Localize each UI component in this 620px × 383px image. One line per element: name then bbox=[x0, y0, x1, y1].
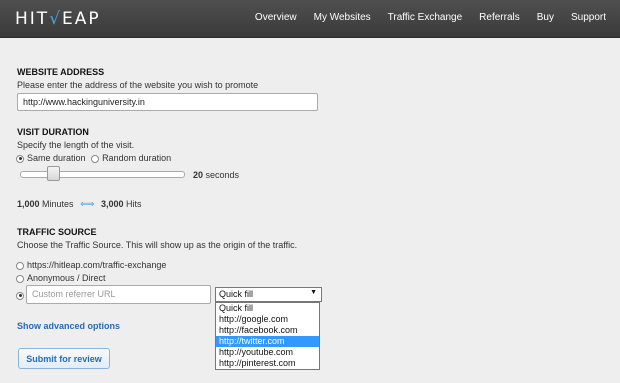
nav-overview[interactable]: Overview bbox=[255, 12, 297, 23]
submit-for-review-button[interactable]: Submit for review bbox=[18, 348, 110, 369]
minutes-unit: Minutes bbox=[42, 199, 74, 209]
same-duration-label: Same duration bbox=[27, 153, 86, 163]
logo-text-b: EAP bbox=[62, 9, 101, 29]
random-duration-radio[interactable] bbox=[91, 154, 100, 163]
random-duration-label: Random duration bbox=[102, 153, 172, 163]
duration-slider-track[interactable] bbox=[20, 171, 185, 178]
hitleap-referrer-label: https://hitleap.com/traffic-exchange bbox=[27, 260, 167, 270]
visit-duration-title: VISIT DURATION bbox=[17, 127, 89, 137]
exchange-arrows-icon: ⟺ bbox=[80, 199, 95, 210]
anonymous-label: Anonymous / Direct bbox=[27, 273, 106, 283]
anonymous-radio[interactable] bbox=[16, 274, 24, 283]
minutes-hits-readout: 1,000 Minutes ⟺ 3,000 Hits bbox=[17, 199, 141, 210]
main-nav: Overview My Websites Traffic Exchange Re… bbox=[238, 12, 606, 23]
quick-fill-value: Quick fill bbox=[219, 289, 254, 299]
same-duration-radio[interactable] bbox=[16, 154, 24, 163]
option-facebook[interactable]: http://facebook.com bbox=[216, 325, 319, 336]
logo-text-a: HIT bbox=[15, 9, 50, 29]
duration-seconds-value: 20 bbox=[193, 170, 204, 180]
traffic-source-desc: Choose the Traffic Source. This will sho… bbox=[17, 240, 298, 250]
website-url-input[interactable]: http://www.hackinguniversity.in bbox=[17, 93, 318, 111]
quick-fill-dropdown: Quick fill http://google.com http://face… bbox=[215, 302, 320, 370]
hits-value: 3,000 bbox=[100, 199, 124, 209]
option-pinterest[interactable]: http://pinterest.com bbox=[216, 358, 319, 369]
duration-options: Same duration Random duration bbox=[16, 153, 171, 163]
quick-fill-select[interactable]: Quick fill ▼ bbox=[215, 287, 322, 302]
traffic-option-anonymous: Anonymous / Direct bbox=[16, 273, 106, 283]
nav-my-websites[interactable]: My Websites bbox=[314, 12, 371, 23]
custom-referrer-input[interactable]: Custom referrer URL bbox=[26, 285, 211, 304]
nav-support[interactable]: Support bbox=[571, 12, 606, 23]
visit-duration-desc: Specify the length of the visit. bbox=[17, 140, 135, 150]
website-url-value: http://www.hackinguniversity.in bbox=[23, 97, 145, 107]
custom-referrer-radio[interactable] bbox=[16, 291, 24, 300]
minutes-value: 1,000 bbox=[17, 199, 40, 209]
show-advanced-options-link[interactable]: Show advanced options bbox=[17, 321, 120, 331]
website-address-desc: Please enter the address of the website … bbox=[17, 80, 259, 90]
option-google[interactable]: http://google.com bbox=[216, 314, 319, 325]
traffic-source-title: TRAFFIC SOURCE bbox=[17, 227, 97, 237]
duration-seconds-unit: seconds bbox=[205, 170, 240, 180]
traffic-option-hitleap: https://hitleap.com/traffic-exchange bbox=[16, 260, 166, 270]
website-address-title: WEBSITE ADDRESS bbox=[17, 67, 105, 77]
hits-unit: Hits bbox=[125, 199, 142, 209]
duration-slider-handle[interactable] bbox=[47, 166, 60, 181]
logo-check: √ bbox=[49, 9, 63, 29]
option-twitter[interactable]: http://twitter.com bbox=[216, 336, 319, 347]
top-navigation-bar: HIT√EAP Overview My Websites Traffic Exc… bbox=[0, 0, 620, 38]
dropdown-arrow-icon: ▼ bbox=[310, 289, 317, 296]
nav-traffic-exchange[interactable]: Traffic Exchange bbox=[388, 12, 462, 23]
hitleap-referrer-radio[interactable] bbox=[16, 261, 24, 270]
nav-referrals[interactable]: Referrals bbox=[479, 12, 520, 23]
option-quick-fill[interactable]: Quick fill bbox=[216, 303, 319, 314]
duration-readout: 20 seconds bbox=[193, 170, 239, 180]
option-youtube[interactable]: http://youtube.com bbox=[216, 347, 319, 358]
custom-referrer-placeholder: Custom referrer URL bbox=[32, 289, 116, 299]
nav-buy[interactable]: Buy bbox=[537, 12, 554, 23]
hitleap-logo[interactable]: HIT√EAP bbox=[15, 9, 101, 29]
